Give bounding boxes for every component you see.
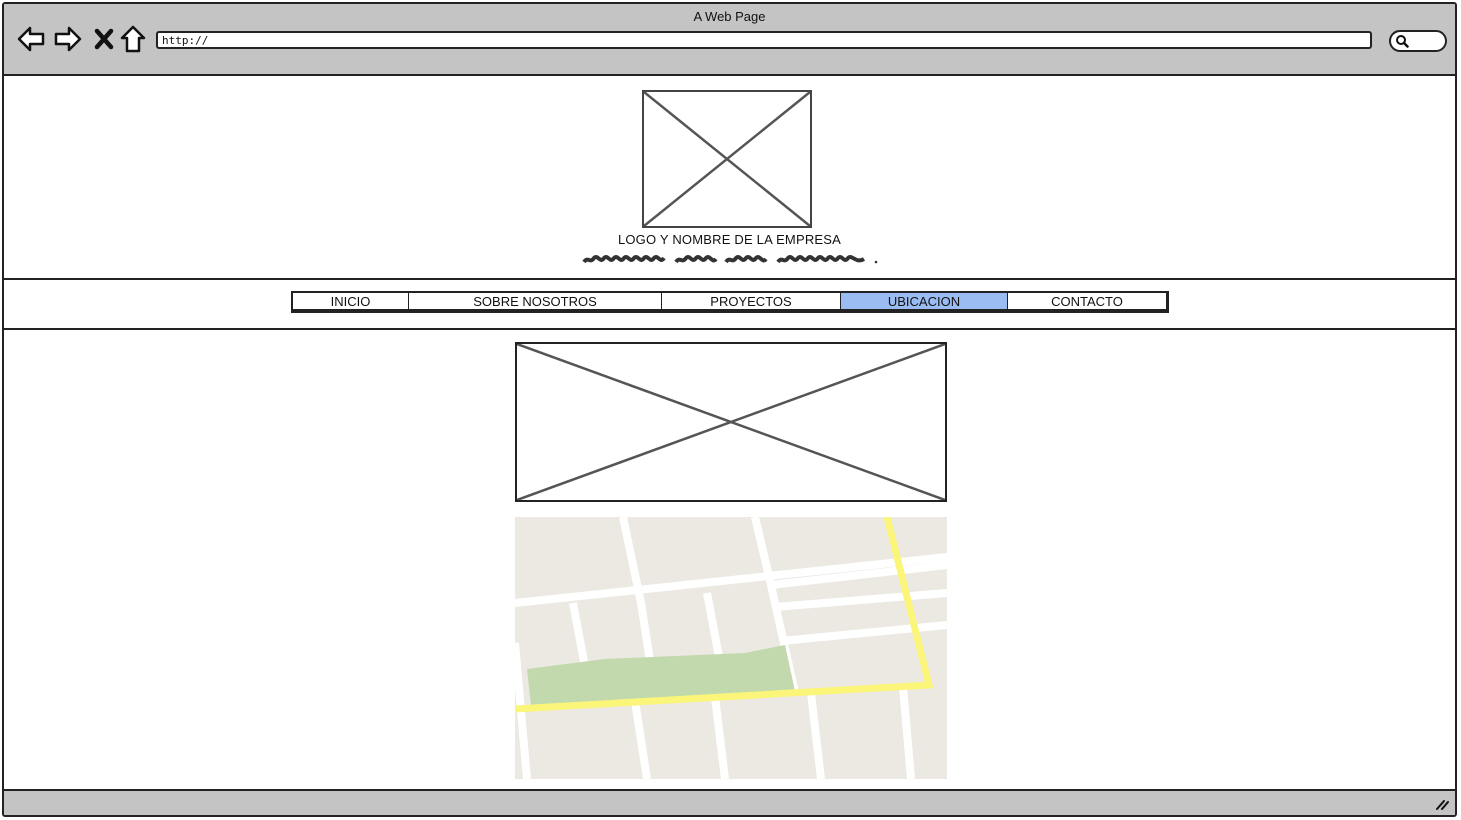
back-arrow-icon (17, 26, 45, 52)
stop-button[interactable] (89, 24, 119, 54)
search-icon (1396, 35, 1409, 48)
home-icon (120, 25, 146, 53)
address-bar[interactable]: http:// (156, 31, 1372, 49)
forward-button[interactable] (53, 24, 83, 54)
resize-grip-icon[interactable] (1435, 797, 1449, 811)
browser-window: A Web Page http:// LOGO Y NOMBRE DE LA E… (2, 2, 1457, 817)
map-icon (515, 517, 947, 779)
company-name: LOGO Y NOMBRE DE LA EMPRESA (617, 232, 842, 247)
tab-inicio[interactable]: INICIO (293, 293, 409, 309)
image-placeholder-icon (644, 92, 810, 226)
tab-contacto[interactable]: CONTACTO (1008, 293, 1166, 309)
logo-image-placeholder (642, 90, 812, 228)
home-button[interactable] (118, 24, 148, 54)
image-placeholder-icon (517, 344, 945, 500)
location-map[interactable] (515, 517, 947, 779)
back-button[interactable] (16, 24, 46, 54)
tab-sobre-nosotros[interactable]: SOBRE NOSOTROS (409, 293, 662, 309)
tab-proyectos[interactable]: PROYECTOS (662, 293, 841, 309)
tab-ubicacion[interactable]: UBICACION (841, 293, 1008, 309)
browser-toolbar: A Web Page http:// (4, 4, 1455, 76)
status-bar (4, 789, 1455, 815)
window-title: A Web Page (693, 9, 766, 24)
page-header: LOGO Y NOMBRE DE LA EMPRESA (4, 74, 1455, 280)
tagline-scribble (582, 255, 878, 264)
main-navigation: INICIO SOBRE NOSOTROS PROYECTOS UBICACIO… (4, 280, 1455, 330)
nav-tabs: INICIO SOBRE NOSOTROS PROYECTOS UBICACIO… (291, 291, 1169, 313)
location-image-placeholder (515, 342, 947, 502)
close-icon (94, 28, 114, 50)
search-field[interactable] (1389, 30, 1447, 52)
forward-arrow-icon (54, 26, 82, 52)
